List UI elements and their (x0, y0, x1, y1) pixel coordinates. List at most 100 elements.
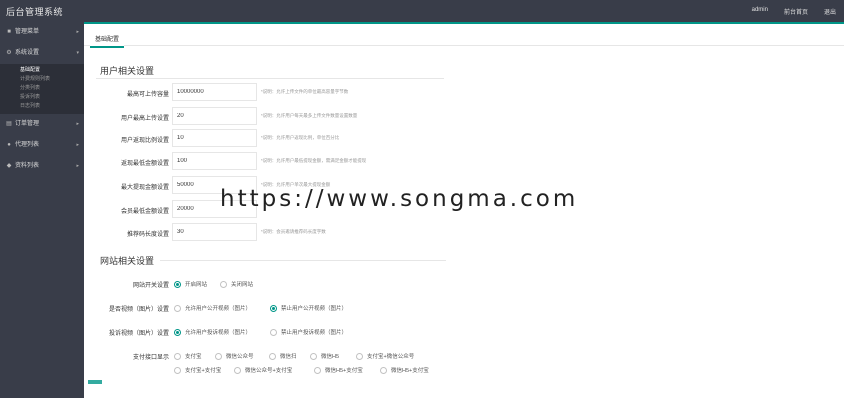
forbid-public-radio[interactable]: 禁止用户公开视频（图片） (270, 304, 347, 312)
sidebar-subitem-billing-rules[interactable]: 计费规则列表 (0, 75, 84, 84)
sidebar-item-menu[interactable]: ■ 管理菜单 ▸ (0, 22, 84, 43)
pay-option-radio[interactable]: 微信公众号 (215, 352, 254, 360)
radio-label: 禁止用户公开视频（图片） (281, 306, 348, 312)
sidebar-subitem-categories[interactable]: 分类列表 (0, 84, 84, 93)
field-hint: *说明：允许用户返现比例，单位百分比 (261, 135, 340, 140)
sidebar-item-agents[interactable]: ● 代理列表 ▸ (0, 135, 84, 156)
radio-label: 微信公众号 (226, 354, 254, 360)
field-hint: *说明：允许用户每天最多上传文件数量设置数量 (261, 113, 358, 118)
chevron-right-icon: ▸ (76, 121, 79, 127)
field-hint: *说明：允许上传文件的单位最高容量字节数 (261, 89, 349, 94)
chevron-right-icon: ▸ (76, 29, 79, 35)
app-title: 后台管理系统 (6, 7, 64, 17)
site-settings-title: 网站相关设置 (100, 256, 155, 266)
field-hint: *说明：会员邀请推荐码长度字数 (261, 229, 326, 234)
radio-label: 允许用户投诉视频（图片） (185, 330, 252, 336)
radio-unchecked-icon (174, 304, 181, 312)
forbid-complaint-radio[interactable]: 禁止用户投诉视频（图片） (270, 328, 347, 336)
radio-unchecked-icon (270, 328, 277, 336)
radio-row: 投诉视频（图片）设置 允许用户投诉视频（图片） 禁止用户投诉视频（图片） (84, 325, 504, 339)
allow-public-radio[interactable]: 允许用户公开视频（图片） (174, 304, 251, 312)
sidebar-item-label: 订单管理 (15, 121, 40, 127)
top-header: 后台管理系统 admin 前台首页 退出 (0, 0, 844, 22)
sidebar-subitem-complaints[interactable]: 投诉列表 (0, 93, 84, 102)
pay-option-radio[interactable]: 微信H5+支付宝 (314, 366, 363, 374)
gear-icon: ⚙ (6, 50, 12, 56)
sidebar-subitem-logs[interactable]: 日志列表 (0, 102, 84, 111)
radio-unchecked-icon (174, 366, 181, 374)
field-label: 最高可上传容量 (126, 92, 169, 98)
pay-option-radio[interactable]: 支付宝+支付宝 (174, 366, 221, 374)
chevron-right-icon: ▸ (76, 142, 79, 148)
radio-unchecked-icon (215, 352, 222, 360)
pay-option-radio[interactable]: 微信公众号+支付宝 (234, 366, 292, 374)
field-label: 投诉视频（图片）设置 (108, 331, 169, 337)
field-label: 网站开关设置 (132, 283, 169, 289)
sidebar-item-label: 代理列表 (15, 142, 40, 148)
sidebar-item-label: 系统设置 (15, 50, 40, 56)
radio-label: 禁止用户投诉视频（图片） (281, 330, 348, 336)
user-settings-title: 用户相关设置 (100, 66, 155, 76)
main-content: 用户相关设置 最高可上传容量 *说明：允许上传文件的单位最高容量字节数 用户最高… (84, 46, 844, 398)
radio-unchecked-icon (174, 352, 181, 360)
radio-unchecked-icon (380, 366, 387, 374)
chevron-right-icon: ▸ (76, 163, 79, 169)
radio-unchecked-icon (269, 352, 276, 360)
field-label: 用户返现比例设置 (120, 138, 169, 144)
file-icon: ◆ (6, 163, 12, 169)
watermark-text: https://www.songma.com (220, 186, 579, 212)
admin-user-link[interactable]: admin (752, 7, 768, 16)
pay-option-radio[interactable]: 支付宝+微信公众号 (356, 352, 414, 360)
site-close-radio[interactable]: 关闭网站 (220, 280, 253, 288)
radio-row: 是否视频（图片）设置 允许用户公开视频（图片） 禁止用户公开视频（图片） (84, 301, 504, 315)
header-actions: admin 前台首页 退出 (752, 7, 836, 16)
field-label: 会员最低金额设置 (120, 209, 169, 215)
radio-label: 微信H5 (321, 354, 340, 360)
radio-label: 允许用户公开视频（图片） (185, 306, 252, 312)
sidebar-item-label: 资料列表 (15, 163, 40, 169)
user-upload-limit-input[interactable] (172, 107, 257, 125)
form-row: 用户最高上传设置 *说明：允许用户每天最多上传文件数量设置数量 (84, 107, 484, 125)
max-upload-capacity-input[interactable] (172, 83, 257, 101)
frontpage-link[interactable]: 前台首页 (784, 7, 808, 16)
pay-option-radio[interactable]: 微信H5+支付宝 (380, 366, 429, 374)
radio-row: 网站开关设置 开启网站 关闭网站 (84, 277, 504, 291)
site-open-radio[interactable]: 开启网站 (174, 280, 207, 288)
form-row: 最高可上传容量 *说明：允许上传文件的单位最高容量字节数 (84, 83, 484, 101)
radio-unchecked-icon (234, 366, 241, 374)
form-row: 推荐码长度设置 *说明：会员邀请推荐码长度字数 (84, 223, 484, 241)
radio-label: 微信H5+支付宝 (325, 368, 363, 374)
section-divider (160, 260, 446, 261)
radio-label: 开启网站 (185, 282, 208, 288)
field-label: 用户最高上传设置 (120, 116, 169, 122)
sidebar-submenu: 基础配置 计费规则列表 分类列表 投诉列表 日志列表 (0, 64, 84, 114)
pay-option-radio[interactable]: 支付宝 (174, 352, 202, 360)
sidebar: ■ 管理菜单 ▸ ⚙ 系统设置 ▾ 基础配置 计费规则列表 分类列表 投诉列表 日志… (0, 22, 84, 398)
sidebar-item-orders[interactable]: ▤ 订单管理 ▸ (0, 114, 84, 135)
save-button[interactable] (88, 380, 102, 384)
chevron-down-icon: ▾ (76, 50, 79, 56)
pay-row: 支付宝+支付宝 微信公众号+支付宝 微信H5+支付宝 微信H5+支付宝 (84, 363, 504, 377)
form-row: 返现最低金额设置 *说明：允许用户最低提现金额，需满足金额才能提现 (84, 152, 484, 170)
min-withdraw-input[interactable] (172, 152, 257, 170)
section-divider (96, 78, 444, 79)
sidebar-item-files[interactable]: ◆ 资料列表 ▸ (0, 156, 84, 177)
field-label: 最大提现金额设置 (120, 185, 169, 191)
sidebar-item-settings[interactable]: ⚙ 系统设置 ▾ (0, 43, 84, 64)
radio-unchecked-icon (314, 366, 321, 374)
sidebar-subitem-basic-config[interactable]: 基础配置 (0, 66, 84, 75)
cashback-ratio-input[interactable] (172, 129, 257, 147)
sidebar-item-label: 管理菜单 (15, 29, 40, 35)
pay-option-radio[interactable]: 微信H5 (310, 352, 339, 360)
referral-code-length-input[interactable] (172, 223, 257, 241)
pay-row: 支付接口显示 支付宝 微信公众号 微信扫 微信H5 支付宝+微信公众号 (84, 349, 504, 363)
logout-link[interactable]: 退出 (824, 7, 836, 16)
radio-checked-icon (270, 304, 277, 312)
field-hint: *说明：允许用户最低提现金额，需满足金额才能提现 (261, 158, 367, 163)
radio-unchecked-icon (220, 280, 227, 288)
allow-complaint-radio[interactable]: 允许用户投诉视频（图片） (174, 328, 251, 336)
radio-label: 微信H5+支付宝 (391, 368, 429, 374)
radio-unchecked-icon (310, 352, 317, 360)
field-label: 是否视频（图片）设置 (108, 307, 169, 313)
pay-option-radio[interactable]: 微信扫 (269, 352, 297, 360)
